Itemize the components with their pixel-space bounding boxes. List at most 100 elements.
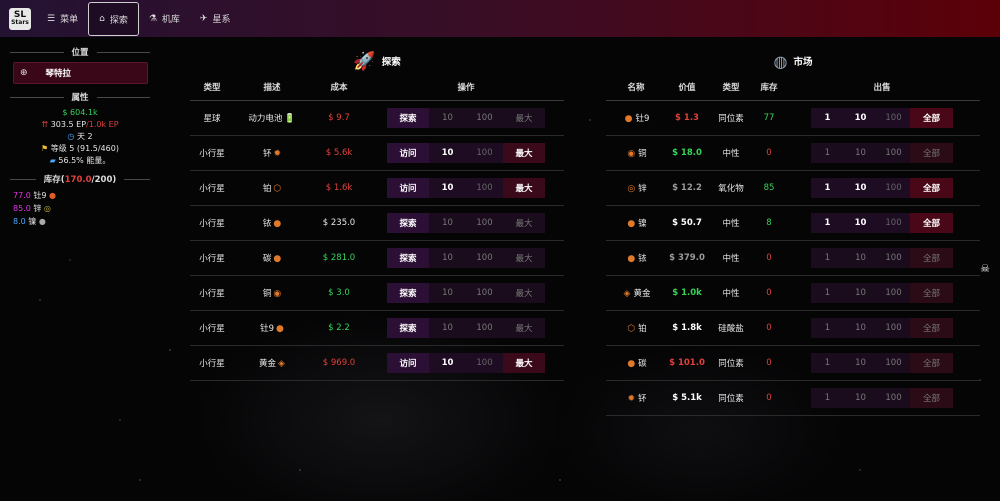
qty-10-button[interactable]: 10	[429, 317, 466, 338]
sell-all-button[interactable]: 全部	[910, 142, 953, 163]
row-sell: 1 10 100 全部	[784, 205, 980, 241]
qty-100-button[interactable]: 100	[466, 107, 503, 128]
qty-100-button[interactable]: 100	[466, 352, 503, 373]
qty-max-button[interactable]: 最大	[503, 282, 545, 303]
sell-10-button[interactable]: 10	[844, 212, 877, 233]
qty-max-button[interactable]: 最大	[503, 352, 545, 373]
sell-100-button[interactable]: 100	[877, 387, 910, 408]
name-label: 钚	[638, 393, 647, 404]
qty-max-button[interactable]: 最大	[503, 247, 545, 268]
resource-icon: ◉	[273, 288, 282, 299]
sell-all-button[interactable]: 全部	[910, 352, 953, 373]
sell-100-button[interactable]: 100	[877, 247, 910, 268]
row-sell: 1 10 100 全部	[784, 380, 980, 416]
sell-all-button[interactable]: 全部	[910, 317, 953, 338]
table-row: 小行星碳 ● $ 281.0 探索 10 100 最大	[190, 240, 564, 276]
sell-all-button[interactable]: 全部	[910, 247, 953, 268]
qty-10-button[interactable]: 10	[429, 142, 466, 163]
qty-100-button[interactable]: 100	[466, 177, 503, 198]
qty-10-button[interactable]: 10	[429, 247, 466, 268]
qty-10-button[interactable]: 10	[429, 107, 466, 128]
sell-100-button[interactable]: 100	[877, 107, 910, 128]
sell-100-button[interactable]: 100	[877, 317, 910, 338]
nav-menu-button[interactable]: ☰ 菜单	[37, 0, 88, 37]
action-button[interactable]: 探索	[387, 247, 429, 268]
action-button[interactable]: 探索	[387, 317, 429, 338]
thorium-icon: ●	[49, 191, 56, 200]
sell-1-button[interactable]: 1	[811, 107, 844, 128]
qty-max-button[interactable]: 最大	[503, 212, 545, 233]
sell-1-button[interactable]: 1	[811, 177, 844, 198]
col-stock: 库存	[754, 74, 784, 101]
qty-10-button[interactable]: 10	[429, 212, 466, 233]
action-button[interactable]: 访问	[387, 142, 429, 163]
row-kind: 同位素	[708, 380, 754, 416]
cat-icon[interactable]: ☠	[978, 262, 992, 276]
sell-10-button[interactable]: 10	[844, 387, 877, 408]
qty-10-button[interactable]: 10	[429, 282, 466, 303]
sell-1-button[interactable]: 1	[811, 352, 844, 373]
resource-icon: ●	[276, 323, 284, 334]
row-name: ◎ 锌	[606, 170, 666, 206]
sell-100-button[interactable]: 100	[877, 212, 910, 233]
row-type: 小行星	[190, 135, 234, 171]
row-desc: 黄金 ◈	[234, 345, 310, 381]
sell-all-button[interactable]: 全部	[910, 177, 953, 198]
location-row[interactable]: ⊕ 琴特拉	[13, 62, 148, 84]
row-name: ⬡ 铂	[606, 310, 666, 346]
inventory-item[interactable]: 85.0 锌 ◎	[10, 202, 150, 215]
sell-1-button[interactable]: 1	[811, 247, 844, 268]
sell-all-button[interactable]: 全部	[910, 282, 953, 303]
sell-1-button[interactable]: 1	[811, 212, 844, 233]
resource-icon: ✹	[627, 393, 636, 404]
row-sell: 1 10 100 全部	[784, 100, 980, 136]
qty-100-button[interactable]: 100	[466, 212, 503, 233]
resource-icon: ◈	[278, 358, 285, 369]
nav-explore-button[interactable]: ⌂ 探索	[88, 2, 139, 36]
row-desc: 钚 ✹	[234, 135, 310, 171]
sell-10-button[interactable]: 10	[844, 247, 877, 268]
sell-all-button[interactable]: 全部	[910, 212, 953, 233]
sell-10-button[interactable]: 10	[844, 352, 877, 373]
sell-100-button[interactable]: 100	[877, 282, 910, 303]
inventory-item[interactable]: 77.0 钍9 ●	[10, 189, 150, 202]
qty-10-button[interactable]: 10	[429, 352, 466, 373]
inventory-item[interactable]: 8.0 镍 ●	[10, 215, 150, 228]
sell-10-button[interactable]: 10	[844, 317, 877, 338]
sell-all-button[interactable]: 全部	[910, 387, 953, 408]
sell-10-button[interactable]: 10	[844, 142, 877, 163]
action-button[interactable]: 探索	[387, 212, 429, 233]
row-value: $ 1.8k	[666, 310, 708, 346]
sell-10-button[interactable]: 10	[844, 282, 877, 303]
qty-max-button[interactable]: 最大	[503, 317, 545, 338]
nav-hangar-button[interactable]: ⚗ 机库	[139, 0, 190, 37]
sell-10-button[interactable]: 10	[844, 107, 877, 128]
qty-10-button[interactable]: 10	[429, 177, 466, 198]
qty-100-button[interactable]: 100	[466, 282, 503, 303]
action-group: 探索 10 100 最大	[387, 317, 545, 338]
qty-100-button[interactable]: 100	[466, 247, 503, 268]
qty-max-button[interactable]: 最大	[503, 107, 545, 128]
qty-100-button[interactable]: 100	[466, 317, 503, 338]
sell-1-button[interactable]: 1	[811, 282, 844, 303]
action-button[interactable]: 探索	[387, 282, 429, 303]
sell-100-button[interactable]: 100	[877, 177, 910, 198]
sell-10-button[interactable]: 10	[844, 177, 877, 198]
nav-galaxy-button[interactable]: ✈ 星系	[190, 0, 241, 37]
action-button[interactable]: 访问	[387, 352, 429, 373]
ep-max: /1.0k EP	[86, 120, 119, 129]
sell-100-button[interactable]: 100	[877, 142, 910, 163]
action-button[interactable]: 探索	[387, 107, 429, 128]
qty-max-button[interactable]: 最大	[503, 142, 545, 163]
sell-1-button[interactable]: 1	[811, 317, 844, 338]
sell-1-button[interactable]: 1	[811, 387, 844, 408]
level-value: 等级 5 (91.5/460)	[50, 144, 119, 153]
app-logo[interactable]: SL Stars	[9, 7, 31, 30]
qty-100-button[interactable]: 100	[466, 142, 503, 163]
qty-max-button[interactable]: 最大	[503, 177, 545, 198]
action-button[interactable]: 访问	[387, 177, 429, 198]
sell-1-button[interactable]: 1	[811, 142, 844, 163]
sell-100-button[interactable]: 100	[877, 352, 910, 373]
sell-all-button[interactable]: 全部	[910, 107, 953, 128]
clock-icon: ◷	[67, 132, 75, 141]
